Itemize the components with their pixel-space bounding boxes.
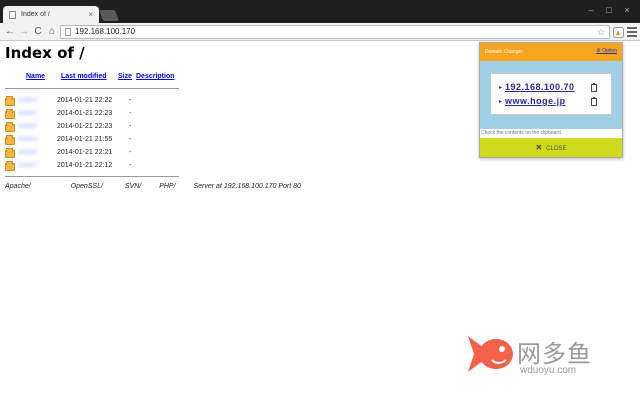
signature-php: PHP/ bbox=[159, 183, 176, 190]
bookmark-star-icon[interactable]: ☆ bbox=[597, 26, 605, 38]
directory-row: folder/ 2014-01-21 21:55 - bbox=[5, 135, 185, 146]
column-header-name[interactable]: Name bbox=[26, 73, 45, 80]
row-size: - bbox=[129, 136, 132, 143]
close-label: CLOSE bbox=[546, 146, 567, 152]
tab-close-icon[interactable]: × bbox=[88, 10, 93, 19]
maximize-button[interactable]: □ bbox=[602, 4, 616, 16]
column-header-description[interactable]: Description bbox=[136, 73, 175, 80]
directory-row: folder/ 2014-01-21 22:12 - bbox=[5, 161, 185, 172]
signature-apache: Apache/ bbox=[5, 183, 31, 190]
domain-item: ▸ www.hoge.jp bbox=[499, 96, 607, 108]
clipboard-icon[interactable] bbox=[591, 97, 597, 106]
footer-divider bbox=[5, 176, 179, 177]
domain-link[interactable]: 192.168.100.70 bbox=[505, 82, 575, 92]
row-date: 2014-01-21 22:23 bbox=[57, 123, 113, 130]
directory-row: folder/ 2014-01-21 22:23 - bbox=[5, 109, 185, 120]
row-size: - bbox=[129, 110, 132, 117]
folder-icon bbox=[5, 135, 15, 145]
folder-icon bbox=[5, 109, 15, 119]
header-divider bbox=[5, 88, 179, 89]
clipboard-icon[interactable] bbox=[591, 83, 597, 92]
option-link[interactable]: ⚙ Option bbox=[596, 48, 617, 54]
directory-link[interactable]: folder/ bbox=[18, 123, 37, 130]
column-header-size[interactable]: Size bbox=[118, 73, 132, 80]
directory-link[interactable]: folder/ bbox=[18, 136, 37, 143]
row-date: 2014-01-21 22:22 bbox=[57, 97, 113, 104]
new-tab-button[interactable] bbox=[98, 10, 120, 21]
row-date: 2014-01-21 22:23 bbox=[57, 110, 113, 117]
directory-row: folder/ 2014-01-21 22:23 - bbox=[5, 122, 185, 133]
row-date: 2014-01-21 22:21 bbox=[57, 149, 113, 156]
domain-list: ▸ 192.168.100.70 ▸ www.hoge.jp bbox=[490, 73, 612, 115]
signature-openssl: OpenSSL/ bbox=[70, 183, 103, 190]
directory-link[interactable]: folder/ bbox=[18, 97, 37, 104]
directory-row: folder/ 2014-01-21 22:22 - bbox=[5, 96, 185, 107]
close-icon: ✕ bbox=[535, 143, 543, 152]
row-size: - bbox=[129, 149, 132, 156]
home-button[interactable]: ⌂ bbox=[46, 26, 58, 38]
popup-header: Domain Changer ⚙ Option bbox=[480, 43, 622, 61]
watermark-text-en: wduoyu.com bbox=[520, 365, 577, 376]
folder-icon bbox=[5, 96, 15, 106]
row-size: - bbox=[129, 162, 132, 169]
row-date: 2014-01-21 21:55 bbox=[57, 136, 113, 143]
signature-svn: SVN/ bbox=[124, 183, 142, 190]
domain-changer-popup: Domain Changer ⚙ Option ▸ 192.168.100.70… bbox=[479, 42, 623, 158]
tab-strip: Index of / × – □ × bbox=[0, 0, 640, 23]
popup-close-button[interactable]: ✕ CLOSE bbox=[480, 138, 622, 157]
clipboard-note: Check the contents on the clipboard. bbox=[481, 130, 563, 136]
row-size: - bbox=[129, 97, 132, 104]
popup-body: ▸ 192.168.100.70 ▸ www.hoge.jp bbox=[480, 61, 622, 129]
watermark: 网多鱼 wduoyu.com bbox=[462, 330, 612, 380]
page-favicon-icon bbox=[9, 10, 16, 19]
browser-tab[interactable]: Index of / × bbox=[3, 6, 99, 23]
row-date: 2014-01-21 22:12 bbox=[57, 162, 113, 169]
directory-row: folder/ 2014-01-21 22:21 - bbox=[5, 148, 185, 159]
row-size: - bbox=[129, 123, 132, 130]
chrome-menu-icon[interactable] bbox=[627, 27, 637, 37]
domain-link[interactable]: www.hoge.jp bbox=[505, 96, 566, 106]
page-title: Index of / bbox=[5, 44, 85, 62]
bullet-icon: ▸ bbox=[499, 85, 503, 91]
folder-icon bbox=[5, 161, 15, 171]
signature-server: Server at 192.168.100.170 Port 80 bbox=[193, 183, 301, 190]
minimize-button[interactable]: – bbox=[584, 4, 598, 16]
directory-link[interactable]: folder/ bbox=[18, 162, 37, 169]
option-label: Option bbox=[602, 48, 617, 54]
popup-title: Domain Changer bbox=[485, 49, 523, 55]
address-bar-url: 192.168.100.170 bbox=[75, 27, 136, 36]
domain-changer-extension-icon[interactable] bbox=[613, 27, 624, 38]
server-signature: Apache/ OpenSSL/ SVN/ PHP/ Server at 192… bbox=[5, 183, 301, 190]
column-header-last-modified[interactable]: Last modified bbox=[61, 73, 107, 80]
bullet-icon: ▸ bbox=[499, 99, 503, 105]
page-icon bbox=[65, 28, 71, 36]
fish-logo-icon bbox=[468, 336, 513, 372]
reload-button[interactable]: C bbox=[32, 26, 44, 38]
tab-title: Index of / bbox=[21, 11, 50, 18]
folder-icon bbox=[5, 122, 15, 132]
window-close-button[interactable]: × bbox=[620, 4, 634, 16]
forward-button[interactable]: → bbox=[18, 26, 30, 38]
browser-toolbar: ← → C ⌂ 192.168.100.170 ☆ bbox=[0, 23, 640, 41]
watermark-text-cn: 网多鱼 bbox=[517, 340, 592, 368]
domain-item: ▸ 192.168.100.70 bbox=[499, 82, 607, 94]
folder-icon bbox=[5, 148, 15, 158]
directory-link[interactable]: folder/ bbox=[18, 149, 37, 156]
address-bar[interactable]: 192.168.100.170 ☆ bbox=[60, 25, 610, 39]
back-button[interactable]: ← bbox=[4, 26, 16, 38]
directory-link[interactable]: folder/ bbox=[18, 110, 37, 117]
